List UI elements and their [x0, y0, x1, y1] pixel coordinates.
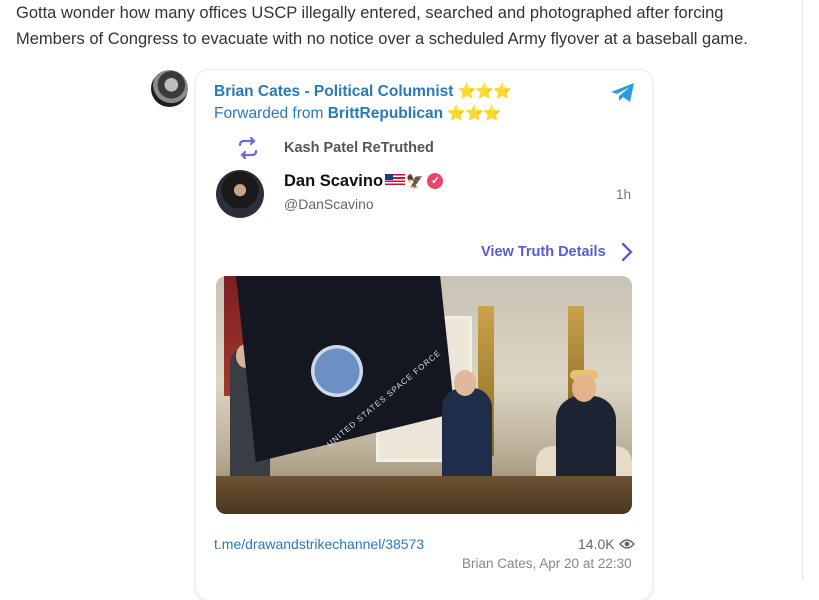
- forwarded-stars: ⭐⭐⭐: [447, 105, 501, 122]
- author-name-text[interactable]: Dan Scavino: [284, 172, 383, 190]
- chevron-right-icon[interactable]: [620, 242, 634, 262]
- eagle-icon: 🦅: [406, 173, 424, 189]
- forwarded-prefix: Forwarded from: [214, 105, 328, 122]
- view-count: 14.0K: [578, 536, 615, 552]
- post-time: 1h: [616, 187, 632, 202]
- post-footer-meta: Brian Cates, Apr 20 at 22:30: [462, 556, 632, 571]
- telegram-embed-card: Brian Cates - Political Columnist ⭐⭐⭐ Fo…: [196, 70, 652, 600]
- retruth-label: Kash Patel ReTruthed: [284, 140, 434, 156]
- author-handle[interactable]: @DanScavino: [284, 196, 374, 212]
- channel-stars: ⭐⭐⭐: [457, 83, 512, 100]
- photo-person-center-head: [454, 370, 476, 396]
- content-divider: [802, 0, 803, 581]
- telegram-post-link[interactable]: t.me/drawandstrikechannel/38573: [214, 536, 424, 552]
- photo-person-right-head: [572, 374, 596, 402]
- forwarded-line: Forwarded from BrittRepublican ⭐⭐⭐: [214, 104, 501, 123]
- eye-icon: [619, 539, 635, 549]
- photo-desk: [216, 476, 632, 514]
- space-force-emblem: [302, 336, 372, 406]
- telegram-send-icon[interactable]: [610, 82, 636, 104]
- channel-avatar[interactable]: [151, 70, 188, 107]
- post-photo[interactable]: UNITED STATES SPACE FORCE: [216, 276, 632, 514]
- retruth-icon: [238, 137, 258, 159]
- forwarded-source-link[interactable]: BrittRepublican: [328, 105, 443, 122]
- channel-name[interactable]: Brian Cates - Political Columnist ⭐⭐⭐: [214, 82, 512, 101]
- channel-name-text[interactable]: Brian Cates - Political Columnist: [214, 83, 453, 100]
- author-avatar[interactable]: [216, 170, 264, 218]
- verified-badge-icon: ✓: [427, 173, 444, 189]
- author-name[interactable]: Dan Scavino 🦅 ✓: [284, 172, 444, 191]
- view-truth-details-link[interactable]: View Truth Details: [481, 244, 606, 260]
- post-text: Gotta wonder how many offices USCP illeg…: [16, 4, 748, 48]
- us-flag-icon: [385, 174, 406, 185]
